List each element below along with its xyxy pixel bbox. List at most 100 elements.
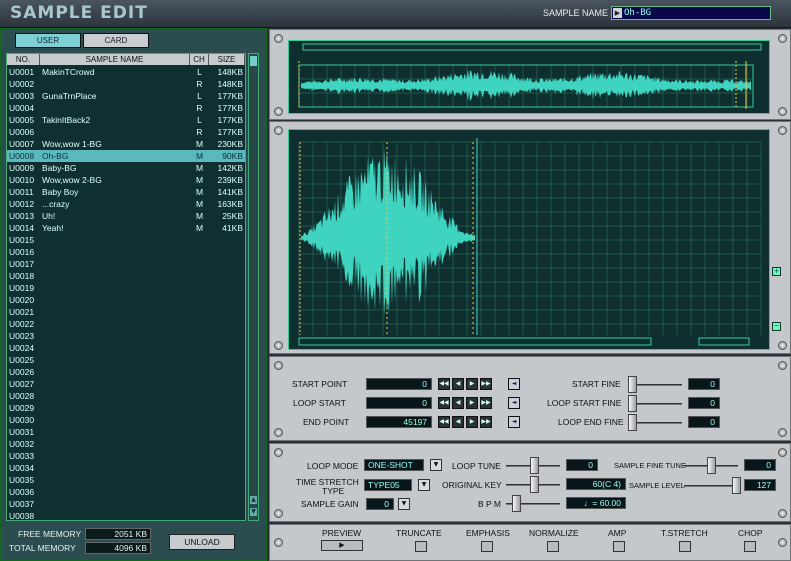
time-stretch-value[interactable]: TYPE05: [364, 479, 412, 491]
list-item[interactable]: U0029: [7, 402, 245, 414]
list-item[interactable]: U0026: [7, 366, 245, 378]
list-scrollbar[interactable]: ▲ ▼: [248, 53, 259, 521]
tstretch-button[interactable]: [679, 541, 691, 552]
sample-fine-tune-knob[interactable]: [707, 457, 716, 474]
list-item[interactable]: U0016: [7, 246, 245, 258]
sample-level-slider[interactable]: [684, 485, 738, 487]
list-item[interactable]: U0032: [7, 438, 245, 450]
col-ch-header[interactable]: CH: [190, 54, 209, 65]
list-item[interactable]: U0020: [7, 294, 245, 306]
time-stretch-dropdown-icon[interactable]: ▼: [418, 479, 430, 491]
sample-level-knob[interactable]: [732, 477, 741, 494]
emphasis-button[interactable]: [481, 541, 493, 552]
sample-gain-value[interactable]: 0: [366, 498, 394, 510]
loop-end-fine-value[interactable]: 0: [688, 416, 720, 428]
list-item[interactable]: U0014 Yeah! M 41KB: [7, 222, 245, 234]
list-item[interactable]: U0037: [7, 498, 245, 510]
start-point-nudge-forward-icon[interactable]: ▶: [466, 378, 478, 390]
loop-end-fine-knob[interactable]: [628, 414, 637, 431]
end-point-speaker-icon[interactable]: ◄: [508, 416, 520, 428]
end-point-nudge-fast-forward-icon[interactable]: ▶▶: [480, 416, 492, 428]
start-point-value[interactable]: 0: [366, 378, 432, 390]
list-item[interactable]: U0008 Oh-BG M 90KB: [7, 150, 245, 162]
list-item[interactable]: U0025: [7, 354, 245, 366]
zoom-in-icon[interactable]: +: [772, 267, 781, 276]
loop-start-nudge-fast-forward-icon[interactable]: ▶▶: [480, 397, 492, 409]
end-point-nudge-back-icon[interactable]: ◀: [452, 416, 464, 428]
list-item[interactable]: U0011 Baby Boy M 141KB: [7, 186, 245, 198]
preview-button[interactable]: ▶: [321, 540, 363, 551]
normalize-button[interactable]: [547, 541, 559, 552]
start-point-nudge-fast-back-icon[interactable]: ◀◀: [438, 378, 450, 390]
list-item[interactable]: U0017: [7, 258, 245, 270]
list-item[interactable]: U0031: [7, 426, 245, 438]
end-point-value[interactable]: 45197: [366, 416, 432, 428]
amp-button[interactable]: [613, 541, 625, 552]
list-item[interactable]: U0007 Wow,wow 1-BG M 230KB: [7, 138, 245, 150]
loop-tune-knob[interactable]: [530, 457, 539, 474]
loop-start-speaker-icon[interactable]: ◄: [508, 397, 520, 409]
list-item[interactable]: U0036: [7, 486, 245, 498]
list-item[interactable]: U0024: [7, 342, 245, 354]
list-item[interactable]: U0038: [7, 510, 245, 522]
sample-fine-tune-value[interactable]: 0: [744, 459, 776, 471]
original-key-knob[interactable]: [530, 476, 539, 493]
original-key-value[interactable]: 60(C 4): [566, 478, 626, 490]
sample-name-field[interactable]: ▶ Oh-BG: [611, 6, 771, 20]
h-scrollbar[interactable]: [298, 337, 652, 346]
truncate-button[interactable]: [415, 541, 427, 552]
tab-user[interactable]: USER: [15, 33, 81, 48]
list-item[interactable]: U0002 R 148KB: [7, 78, 245, 90]
list-item[interactable]: U0019: [7, 282, 245, 294]
sample-gain-dropdown-icon[interactable]: ▼: [398, 498, 410, 510]
loop-start-nudge-fast-back-icon[interactable]: ◀◀: [438, 397, 450, 409]
list-item[interactable]: U0010 Wow,wow 2-BG M 239KB: [7, 174, 245, 186]
overview-waveform[interactable]: [288, 40, 770, 114]
scroll-thumb[interactable]: [250, 56, 257, 66]
list-item[interactable]: U0004 R 177KB: [7, 102, 245, 114]
list-item[interactable]: U0035: [7, 474, 245, 486]
list-item[interactable]: U0015: [7, 234, 245, 246]
main-waveform[interactable]: [288, 129, 770, 350]
loop-tune-value[interactable]: 0: [566, 459, 598, 471]
loop-start-fine-value[interactable]: 0: [688, 397, 720, 409]
col-no-header[interactable]: NO.: [7, 54, 40, 65]
sample-level-value[interactable]: 127: [744, 479, 776, 491]
end-point-nudge-fast-back-icon[interactable]: ◀◀: [438, 416, 450, 428]
loop-mode-dropdown-icon[interactable]: ▼: [430, 459, 442, 471]
list-item[interactable]: U0030: [7, 414, 245, 426]
list-item[interactable]: U0001 MakinTCrowd L 148KB: [7, 66, 245, 78]
loop-start-fine-knob[interactable]: [628, 395, 637, 412]
list-item[interactable]: U0003 GunaTrnPlace L 177KB: [7, 90, 245, 102]
bpm-value[interactable]: ♩= 60.00: [566, 497, 626, 509]
list-item[interactable]: U0013 Uh! M 25KB: [7, 210, 245, 222]
list-item[interactable]: U0012 ...crazy M 163KB: [7, 198, 245, 210]
col-size-header[interactable]: SIZE: [209, 54, 245, 65]
tab-card[interactable]: CARD: [83, 33, 149, 48]
zoom-slider[interactable]: [698, 337, 750, 346]
list-item[interactable]: U0027: [7, 378, 245, 390]
list-item[interactable]: U0034: [7, 462, 245, 474]
end-point-nudge-forward-icon[interactable]: ▶: [466, 416, 478, 428]
list-item[interactable]: U0028: [7, 390, 245, 402]
list-item[interactable]: U0023: [7, 330, 245, 342]
start-point-nudge-fast-forward-icon[interactable]: ▶▶: [480, 378, 492, 390]
overview-scroll-bar[interactable]: [302, 43, 762, 51]
chop-button[interactable]: [744, 541, 756, 552]
loop-start-value[interactable]: 0: [366, 397, 432, 409]
start-fine-value[interactable]: 0: [688, 378, 720, 390]
list-item[interactable]: U0021: [7, 306, 245, 318]
list-item[interactable]: U0033: [7, 450, 245, 462]
scroll-up-icon[interactable]: ▲: [250, 496, 257, 504]
loop-start-nudge-forward-icon[interactable]: ▶: [466, 397, 478, 409]
list-item[interactable]: U0006 R 177KB: [7, 126, 245, 138]
start-point-nudge-back-icon[interactable]: ◀: [452, 378, 464, 390]
list-item[interactable]: U0022: [7, 318, 245, 330]
start-fine-knob[interactable]: [628, 376, 637, 393]
list-item[interactable]: U0009 Baby-BG M 142KB: [7, 162, 245, 174]
bpm-knob[interactable]: [512, 495, 521, 512]
list-item[interactable]: U0018: [7, 270, 245, 282]
col-name-header[interactable]: SAMPLE NAME: [40, 54, 190, 65]
loop-mode-value[interactable]: ONE-SHOT: [364, 459, 424, 471]
start-point-speaker-icon[interactable]: ◄: [508, 378, 520, 390]
